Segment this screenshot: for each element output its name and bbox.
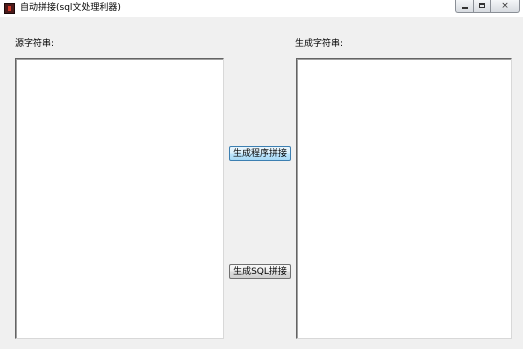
- generate-program-concat-button[interactable]: 生成程序拼接: [229, 146, 291, 161]
- output-string-label: 生成字符串:: [295, 39, 344, 49]
- title-bar[interactable]: 自动拼接(sql文处理利器) ×: [0, 0, 523, 17]
- window-controls: ×: [455, 0, 520, 14]
- window-title: 自动拼接(sql文处理利器): [20, 3, 121, 13]
- app-icon: [4, 3, 15, 14]
- source-string-textarea[interactable]: [15, 58, 224, 339]
- close-button[interactable]: ×: [490, 0, 520, 13]
- app-window: 自动拼接(sql文处理利器) × 源字符串: 生成字符串: 生成程序拼接 生成S…: [0, 0, 523, 349]
- minimize-icon: [462, 7, 468, 9]
- close-icon: ×: [501, 1, 509, 11]
- maximize-button[interactable]: [473, 0, 490, 13]
- maximize-icon: [479, 3, 485, 8]
- source-string-label: 源字符串:: [15, 39, 55, 49]
- output-string-textarea[interactable]: [296, 58, 512, 339]
- minimize-button[interactable]: [455, 0, 473, 13]
- generate-sql-concat-button[interactable]: 生成SQL拼接: [229, 264, 291, 279]
